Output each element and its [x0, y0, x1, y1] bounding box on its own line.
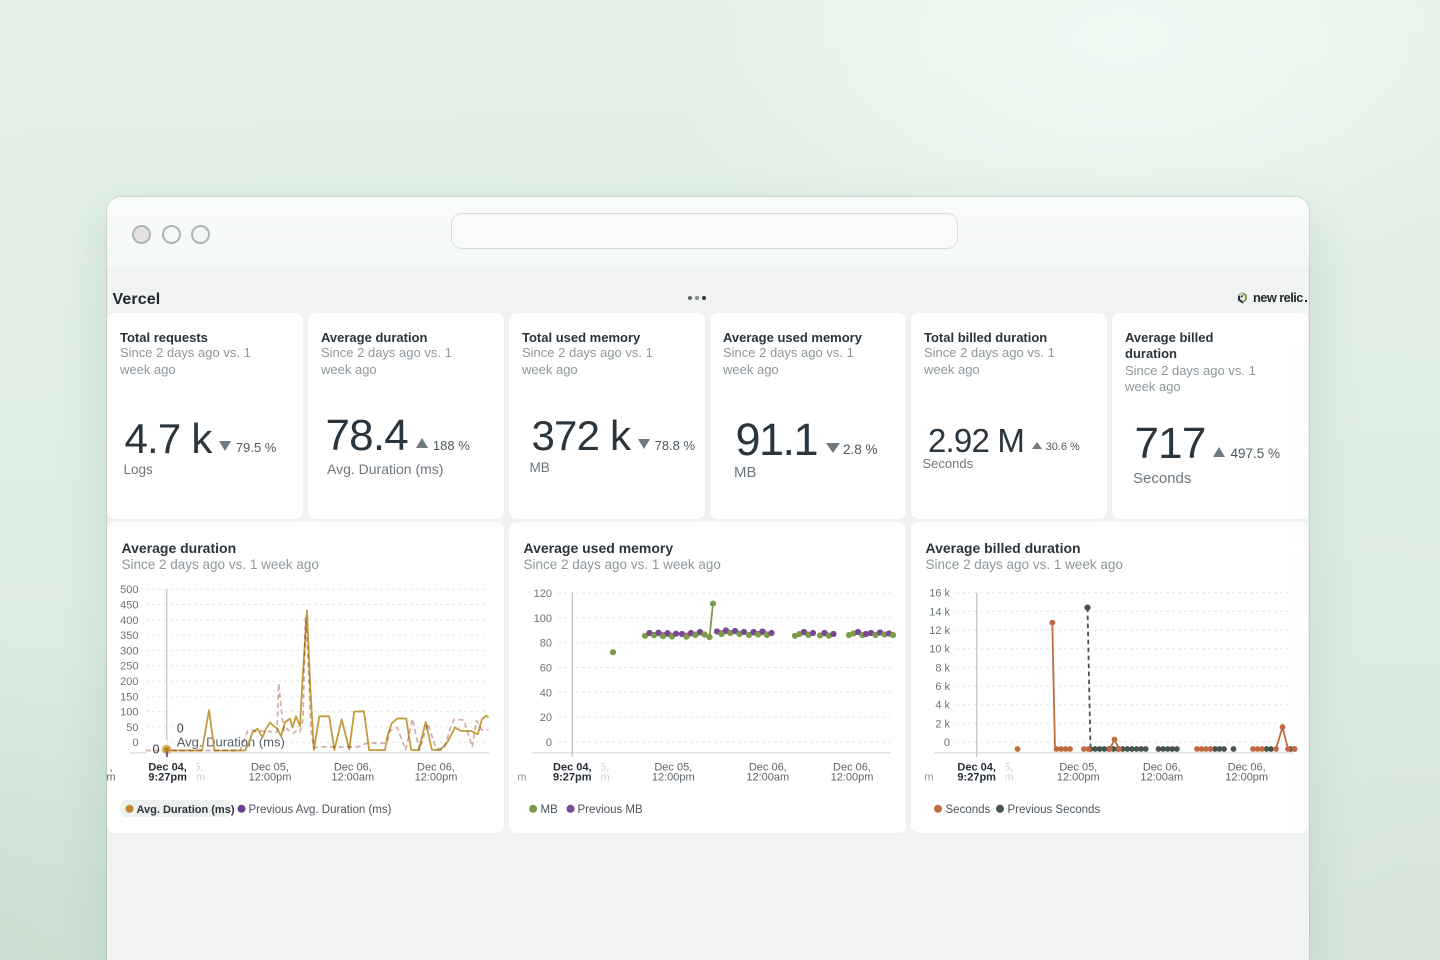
- svg-text:40: 40: [540, 687, 552, 699]
- svg-text:50: 50: [126, 722, 138, 734]
- svg-text:12:00pm: 12:00pm: [249, 772, 292, 784]
- svg-text:100: 100: [534, 613, 552, 625]
- svg-text:m: m: [1005, 772, 1014, 784]
- svg-text:MB: MB: [541, 804, 559, 816]
- svg-text:0: 0: [153, 743, 160, 757]
- svg-text:10 k: 10 k: [929, 644, 950, 656]
- svg-text:16 k: 16 k: [929, 588, 950, 600]
- svg-text:0: 0: [944, 737, 950, 749]
- svg-text:Previous Seconds: Previous Seconds: [1008, 804, 1101, 816]
- svg-text:12:00am: 12:00am: [746, 772, 789, 784]
- svg-text:Avg. Duration (ms): Avg. Duration (ms): [137, 804, 235, 816]
- svg-text:12:00pm: 12:00pm: [1057, 772, 1100, 784]
- svg-text:100: 100: [120, 707, 138, 719]
- svg-text:Avg. Duration (ms): Avg. Duration (ms): [177, 735, 285, 750]
- svg-text:12:00pm: 12:00pm: [415, 772, 458, 784]
- svg-text:m: m: [924, 772, 933, 784]
- svg-text:12:00pm: 12:00pm: [831, 772, 874, 784]
- svg-text:350: 350: [120, 630, 138, 642]
- svg-text:400: 400: [120, 615, 138, 627]
- svg-text:300: 300: [120, 645, 138, 657]
- svg-text:150: 150: [120, 691, 138, 703]
- svg-text:12 k: 12 k: [929, 625, 950, 637]
- svg-text:12:00am: 12:00am: [331, 772, 374, 784]
- svg-text:m: m: [196, 772, 205, 784]
- svg-text:4 k: 4 k: [935, 700, 950, 712]
- svg-text:6 k: 6 k: [935, 681, 950, 693]
- svg-text:8 k: 8 k: [935, 662, 950, 674]
- svg-text:12:00pm: 12:00pm: [1225, 772, 1268, 784]
- svg-text:Previous Avg. Duration (ms): Previous Avg. Duration (ms): [249, 804, 392, 816]
- svg-text:450: 450: [120, 600, 138, 612]
- svg-text:0: 0: [132, 737, 138, 749]
- svg-text:m: m: [517, 772, 526, 784]
- svg-text:m: m: [106, 772, 115, 784]
- svg-text:20: 20: [540, 712, 552, 724]
- svg-text:200: 200: [120, 676, 138, 688]
- svg-text:9:27pm: 9:27pm: [957, 772, 996, 784]
- svg-text:Previous MB: Previous MB: [578, 804, 644, 816]
- svg-text:60: 60: [540, 663, 552, 675]
- svg-text:9:27pm: 9:27pm: [148, 772, 187, 784]
- svg-text:14 k: 14 k: [929, 606, 950, 618]
- svg-text:12:00pm: 12:00pm: [652, 772, 695, 784]
- svg-text:120: 120: [534, 588, 552, 600]
- svg-text:Seconds: Seconds: [946, 804, 991, 816]
- svg-text:250: 250: [120, 661, 138, 673]
- svg-text:500: 500: [120, 584, 138, 596]
- svg-text:80: 80: [540, 638, 552, 650]
- svg-text:0: 0: [546, 737, 552, 749]
- svg-text:0: 0: [177, 722, 184, 736]
- svg-text:9:27pm: 9:27pm: [553, 772, 592, 784]
- svg-text:2 k: 2 k: [935, 718, 950, 730]
- svg-text:m: m: [601, 772, 610, 784]
- svg-text:12:00am: 12:00am: [1140, 772, 1183, 784]
